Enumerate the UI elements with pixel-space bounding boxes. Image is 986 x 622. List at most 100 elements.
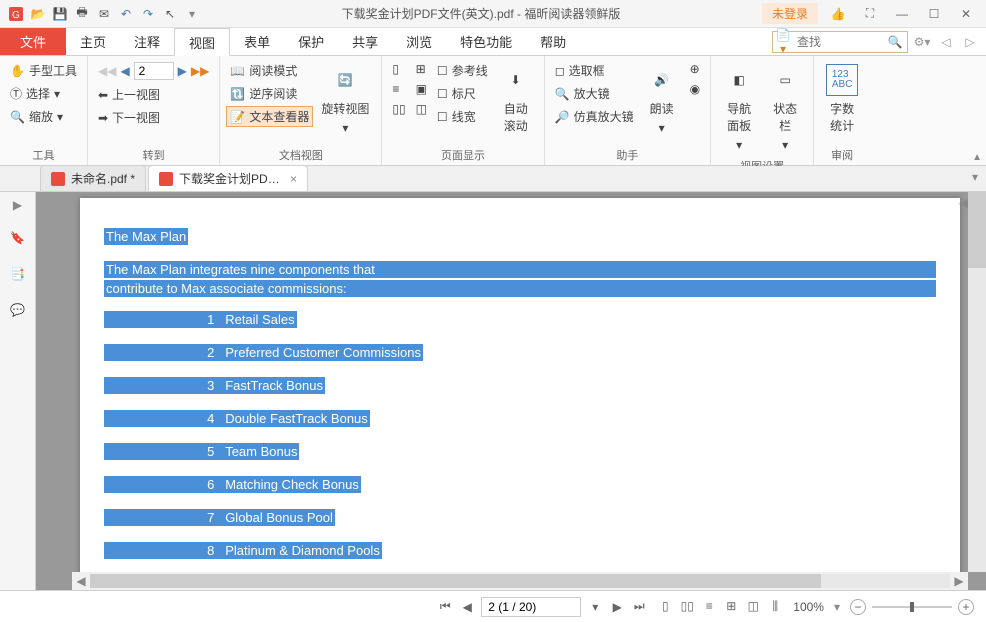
auto-scroll[interactable]: ⬇ 自动滚动 (494, 60, 538, 138)
open-icon[interactable]: 📂 (30, 6, 46, 22)
layout-2[interactable]: ≡ (388, 80, 409, 98)
close-icon[interactable]: × (290, 172, 297, 186)
comments-icon[interactable]: 💬 (8, 300, 28, 320)
doc-tabs-menu-icon[interactable]: ▾ (972, 170, 978, 184)
tab-home[interactable]: 主页 (66, 28, 120, 55)
sb-page-input[interactable] (481, 597, 581, 617)
next-view[interactable]: ➡下一视图 (94, 107, 213, 128)
close-button[interactable]: ✕ (954, 3, 978, 25)
horizontal-scrollbar[interactable]: ◀ ▶ (72, 572, 968, 590)
zoom-thumb[interactable] (910, 602, 914, 612)
side-toggle-icon[interactable]: ▶ (13, 198, 22, 212)
line-width[interactable]: ☐线宽 (433, 106, 492, 127)
sb-dropdown-icon[interactable]: ▾ (587, 600, 603, 614)
text-viewer[interactable]: 📝文本查看器 (226, 106, 313, 127)
read-mode[interactable]: 📖阅读模式 (226, 60, 313, 81)
tab-share[interactable]: 共享 (338, 28, 392, 55)
search-icon[interactable]: 🔍 (883, 35, 907, 49)
sb-view4-icon[interactable]: ⊞ (723, 599, 739, 614)
assist-1[interactable]: ⊕ (686, 60, 704, 78)
sb-first-icon[interactable]: ⏮ (437, 599, 453, 614)
marquee[interactable]: ◻选取框 (551, 60, 638, 81)
undo-icon[interactable]: ↶ (118, 6, 134, 22)
ribbon-collapse-icon[interactable]: ▲ (972, 152, 982, 163)
reference-line[interactable]: ☐参考线 (433, 60, 492, 81)
search-box[interactable]: 📄▾ 🔍 (772, 31, 908, 53)
print-icon[interactable]: 🖶 (74, 6, 90, 22)
vscroll-track[interactable] (968, 192, 986, 572)
tab-form[interactable]: 表单 (230, 28, 284, 55)
hscroll-right-icon[interactable]: ▶ (950, 574, 968, 588)
bookmarks-icon[interactable]: 🔖 (8, 228, 28, 248)
word-count[interactable]: 123ABC 字数统计 (820, 60, 864, 138)
file-menu[interactable]: 文件 (0, 28, 66, 55)
layout-6[interactable]: ◫ (412, 100, 431, 118)
first-page-icon[interactable]: ◀◀ (98, 64, 116, 78)
search-scope-icon[interactable]: 📄▾ (773, 28, 793, 56)
vertical-scrollbar[interactable] (968, 192, 986, 572)
search-input[interactable] (793, 35, 883, 49)
magnifier[interactable]: 🔍放大镜 (551, 83, 638, 104)
prev-view[interactable]: ⬅上一视图 (94, 84, 213, 105)
doc-tab-1[interactable]: 未命名.pdf * (40, 165, 146, 191)
doc-tab-2[interactable]: 下载奖金计划PDF文... × (148, 165, 308, 191)
sb-view5-icon[interactable]: ◫ (745, 599, 761, 614)
nav-panel[interactable]: ◧ 导航面板 ▾ (717, 60, 761, 156)
next-page-icon[interactable]: ▶ (178, 64, 187, 78)
minimize-button[interactable]: — (890, 3, 914, 25)
last-page-icon[interactable]: ▶▶ (191, 64, 209, 78)
gear-icon[interactable]: ⚙▾ (912, 35, 932, 49)
select-tool[interactable]: Ⓣ选择▾ (6, 83, 81, 104)
thumbs-up-icon[interactable]: 👍 (826, 3, 850, 25)
cursor-icon[interactable]: ↖ (162, 6, 178, 22)
hscroll-thumb[interactable] (90, 574, 821, 588)
pages-icon[interactable]: 📑 (8, 264, 28, 284)
hand-tool[interactable]: ✋手型工具 (6, 60, 81, 81)
nav-next-icon[interactable]: ▷ (960, 35, 980, 49)
zoom-slider[interactable]: − + (850, 599, 974, 615)
reverse-read[interactable]: 🔃逆序阅读 (226, 83, 313, 104)
sb-view1-icon[interactable]: ▯ (657, 599, 673, 614)
loupe[interactable]: 🔎仿真放大镜 (551, 106, 638, 127)
tab-view[interactable]: 视图 (174, 28, 230, 56)
maximize-button[interactable]: ☐ (922, 3, 946, 25)
side-right-toggle-icon[interactable]: ◀ (959, 196, 968, 210)
layout-1[interactable]: ▯ (388, 60, 409, 78)
layout-4[interactable]: ⊞ (412, 60, 431, 78)
sb-prev-icon[interactable]: ◀ (459, 600, 475, 614)
layout-5[interactable]: ▣ (412, 80, 431, 98)
prev-page-icon[interactable]: ◀ (120, 64, 129, 78)
sb-next-icon[interactable]: ▶ (609, 600, 625, 614)
tab-features[interactable]: 特色功能 (446, 28, 526, 55)
save-icon[interactable]: 💾 (52, 6, 68, 22)
hscroll-track[interactable] (90, 574, 950, 588)
tab-comment[interactable]: 注释 (120, 28, 174, 55)
fullscreen-icon[interactable]: ⛶ (858, 3, 882, 25)
read-aloud[interactable]: 🔊 朗读 ▾ (640, 60, 684, 139)
status-bar-toggle[interactable]: ▭ 状态栏 ▾ (763, 60, 807, 156)
assist-2[interactable]: ◉ (686, 80, 704, 98)
zoom-in-icon[interactable]: + (958, 599, 974, 615)
layout-3[interactable]: ▯▯ (388, 100, 409, 118)
tab-browse[interactable]: 浏览 (392, 28, 446, 55)
zoom-track[interactable] (872, 606, 952, 608)
zoom-tool[interactable]: 🔍缩放▾ (6, 106, 81, 127)
hscroll-left-icon[interactable]: ◀ (72, 574, 90, 588)
qat-dropdown-icon[interactable]: ▾ (184, 6, 200, 22)
sb-view6-icon[interactable]: ⫼ (767, 599, 783, 614)
zoom-dropdown-icon[interactable]: ▾ (834, 600, 840, 614)
tab-help[interactable]: 帮助 (526, 28, 580, 55)
sb-view3-icon[interactable]: ≡ (701, 599, 717, 614)
document-viewport[interactable]: The Max Plan The Max Plan integrates nin… (36, 192, 986, 590)
sb-view2-icon[interactable]: ▯▯ (679, 599, 695, 614)
redo-icon[interactable]: ↷ (140, 6, 156, 22)
ruler[interactable]: ☐标尺 (433, 83, 492, 104)
nav-prev-icon[interactable]: ◁ (936, 35, 956, 49)
zoom-out-icon[interactable]: − (850, 599, 866, 615)
sb-last-icon[interactable]: ⏭ (631, 599, 647, 614)
tab-protect[interactable]: 保护 (284, 28, 338, 55)
rotate-view[interactable]: 🔄 旋转视图 ▾ (315, 60, 375, 139)
login-button[interactable]: 未登录 (762, 3, 818, 24)
email-icon[interactable]: ✉ (96, 6, 112, 22)
vscroll-thumb[interactable] (968, 192, 986, 268)
